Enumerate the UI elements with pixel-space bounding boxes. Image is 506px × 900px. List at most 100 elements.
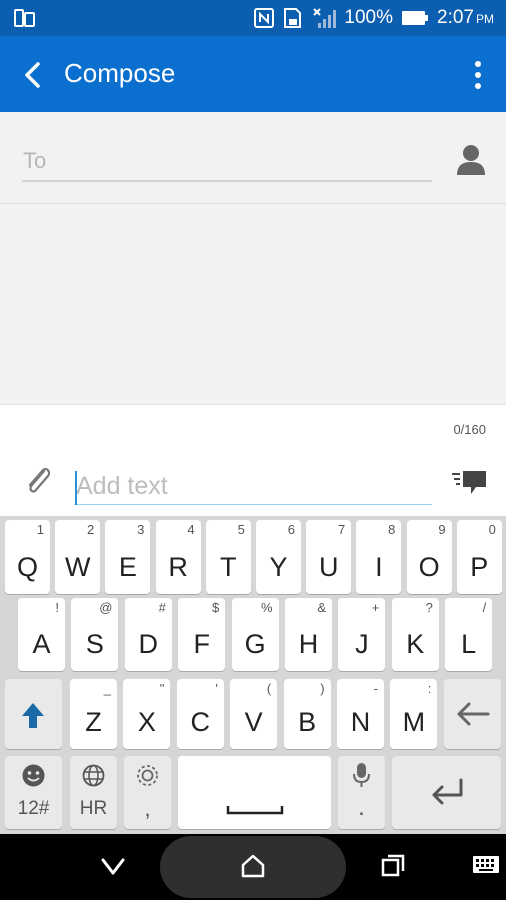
key-primary-label: I	[375, 552, 383, 582]
settings-comma-key[interactable]: ,	[124, 756, 171, 829]
key-secondary-label: 7	[337, 522, 346, 537]
character-counter: 0/160	[453, 422, 486, 437]
key-primary-label: J	[355, 629, 369, 659]
key-i[interactable]: 8I	[356, 520, 402, 594]
key-b[interactable]: ) B	[283, 679, 331, 749]
key-f[interactable]: $ F	[178, 598, 226, 671]
key-h[interactable]: & H	[285, 598, 332, 671]
backspace-key[interactable]	[444, 679, 501, 749]
period-key-label: .	[358, 794, 365, 821]
conversation-area	[0, 204, 506, 404]
key-s[interactable]: @ S	[71, 598, 119, 671]
key-g[interactable]: % G	[231, 598, 279, 671]
key-secondary-label: 2	[86, 522, 95, 537]
space-key[interactable]	[178, 756, 331, 829]
send-message-icon[interactable]	[452, 469, 488, 497]
key-p[interactable]: 0P	[456, 520, 502, 594]
key-r[interactable]: 4R	[155, 520, 201, 594]
symbols-key[interactable]: 12#	[5, 756, 62, 829]
more-options-icon[interactable]	[472, 56, 484, 94]
key-k[interactable]: ? K	[391, 598, 439, 671]
key-secondary-label: 0	[488, 522, 496, 537]
key-q[interactable]: 1Q	[5, 520, 50, 594]
key-primary-label: Q	[16, 552, 38, 582]
key-primary-label: M	[402, 707, 426, 737]
key-n[interactable]: -N	[337, 679, 384, 749]
nfc-icon	[254, 8, 275, 28]
key-secondary-label: _	[103, 681, 111, 696]
no-signal-icon	[313, 8, 337, 28]
to-field[interactable]: To	[23, 148, 46, 174]
key-primary-label: O	[418, 552, 440, 582]
key-secondary-label: $	[211, 600, 220, 615]
key-secondary-label: /	[482, 600, 487, 615]
key-secondary-label: "	[159, 681, 165, 696]
key-secondary-label: -	[373, 681, 378, 696]
key-v[interactable]: (V	[230, 679, 278, 749]
key-e[interactable]: 3E	[105, 520, 151, 594]
key-secondary-label: 9	[438, 522, 446, 537]
navigation-bar	[0, 834, 506, 900]
key-primary-label: E	[118, 552, 137, 582]
key-secondary-label: 8	[388, 522, 396, 537]
key-primary-label: S	[85, 629, 104, 659]
key-c[interactable]: ' C	[176, 679, 224, 749]
enter-return-icon	[432, 778, 463, 805]
nav-recent-apps-icon[interactable]	[380, 853, 406, 879]
key-secondary-label: 6	[287, 522, 295, 537]
key-primary-label: C	[190, 707, 211, 737]
to-field-underline	[22, 180, 432, 182]
nav-keyboard-icon[interactable]	[472, 855, 500, 877]
key-secondary-label: ?	[425, 600, 433, 615]
key-primary-label: H	[298, 629, 319, 659]
recipient-section: To	[0, 112, 506, 204]
key-w[interactable]: 2W	[55, 520, 101, 594]
text-cursor	[75, 471, 77, 505]
key-y[interactable]: 6Y	[256, 520, 301, 594]
key-u[interactable]: 7U	[306, 520, 352, 594]
key-t[interactable]: 5T	[205, 520, 251, 594]
enter-key[interactable]	[392, 756, 501, 829]
back-arrow-icon[interactable]	[14, 56, 52, 94]
battery-icon	[402, 11, 429, 25]
clock-time: 2:07	[437, 7, 474, 28]
key-m[interactable]: :M	[390, 679, 438, 749]
contact-picker-icon[interactable]	[455, 142, 487, 178]
key-secondary-label: (	[266, 681, 272, 696]
key-primary-label: D	[138, 629, 159, 659]
key-secondary-label: %	[261, 600, 273, 615]
soft-keyboard: 1Q2W3E4R5T6Y7U8I9O0P ! A @ S # D $ F% G & H + J? K / L …	[0, 516, 506, 834]
key-a[interactable]: ! A	[18, 598, 65, 671]
message-text-input[interactable]	[74, 469, 432, 505]
key-secondary-label: @	[99, 600, 113, 615]
attachment-paperclip-icon[interactable]	[22, 463, 54, 499]
key-o[interactable]: 9O	[406, 520, 452, 594]
key-j[interactable]: + J	[338, 598, 386, 671]
compose-bar: 0/160	[0, 404, 506, 516]
key-primary-label: W	[64, 552, 91, 582]
key-secondary-label: )	[320, 681, 325, 696]
globe-icon	[82, 764, 105, 787]
key-secondary-label: 5	[237, 522, 245, 537]
page-title: Compose	[64, 58, 176, 88]
key-x[interactable]: " X	[123, 679, 171, 749]
clock: 2:07 PM	[437, 7, 494, 29]
symbols-key-label: 12#	[17, 798, 50, 819]
key-d[interactable]: # D	[124, 598, 172, 671]
shift-key[interactable]	[5, 679, 62, 749]
key-primary-label: L	[461, 629, 477, 659]
key-primary-label: Z	[85, 707, 102, 737]
nav-home-icon[interactable]	[240, 853, 266, 879]
emoji-icon	[22, 764, 45, 787]
key-secondary-label: &	[317, 600, 326, 615]
language-key[interactable]: HR	[70, 756, 117, 829]
key-primary-label: Y	[269, 552, 288, 582]
language-key-label: HR	[79, 798, 108, 819]
comma-key-label: ,	[144, 796, 151, 821]
key-primary-label: A	[32, 629, 51, 659]
key-secondary-label: 3	[137, 522, 145, 537]
key-l[interactable]: / L	[445, 598, 493, 671]
nav-back-chevron-icon[interactable]	[100, 856, 126, 878]
voice-period-key[interactable]: .	[338, 756, 385, 829]
key-z[interactable]: _ Z	[70, 679, 117, 749]
